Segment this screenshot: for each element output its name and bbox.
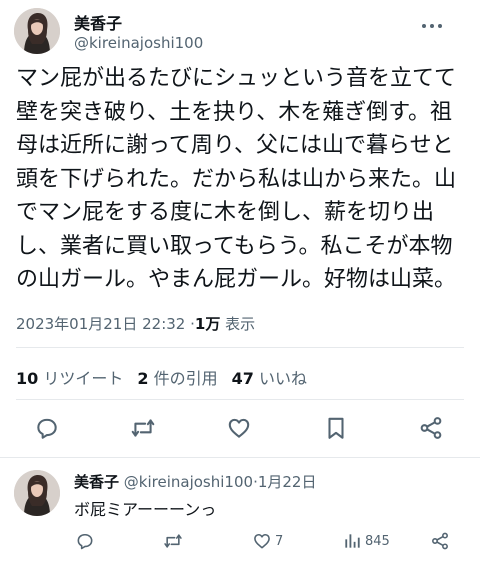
bookmark-icon[interactable]: [323, 415, 349, 441]
retweets-stat[interactable]: 10 リツイート: [16, 369, 123, 388]
likes-stat[interactable]: 47 いいね: [232, 369, 307, 388]
divider: [16, 399, 464, 400]
views-label: 表示: [225, 315, 256, 333]
retweet-icon[interactable]: [130, 415, 156, 441]
post-body-line: し、業者に買い取ってもらう。私こそが本物: [16, 233, 453, 259]
quotes-count: 2: [137, 369, 149, 388]
views-count: 1万: [194, 315, 221, 333]
post-meta: 2023年01月21日 22:32 ·1万 表示: [16, 313, 255, 334]
post-body-line: マン屁が出るたびにシュッという音を立てて: [16, 66, 457, 91]
reply-likes-count: 7: [275, 533, 284, 549]
likes-label: いいね: [258, 369, 307, 388]
reply-date[interactable]: 1月22日: [258, 473, 317, 491]
author-name[interactable]: 美香子: [74, 10, 122, 34]
reply-share-button[interactable]: [430, 530, 450, 552]
more-options-icon[interactable]: [418, 14, 446, 38]
reply-author-handle[interactable]: @kireinajoshi100: [124, 473, 253, 491]
engagement-stats: 10 リツイート 2 件の引用 47 いいね: [16, 365, 307, 389]
reply-reply-button[interactable]: [75, 530, 95, 552]
divider: [0, 457, 480, 458]
reply-author-name[interactable]: 美香子: [74, 473, 119, 491]
reply-text: ボ屁ミアーーーンっ: [74, 500, 217, 519]
post-body: マン屁が出るたびにシュッという音を立てて 壁を突き破り、土を抉り、木を薙ぎ倒す。…: [16, 62, 466, 297]
reply-like-button[interactable]: 7: [252, 530, 283, 552]
divider: [16, 347, 464, 348]
reply-views-count: 845: [365, 533, 390, 549]
author-handle[interactable]: @kireinajoshi100: [74, 34, 203, 52]
reply-icon[interactable]: [34, 415, 60, 441]
likes-count: 47: [231, 369, 254, 388]
reply-views-button[interactable]: 845: [342, 530, 390, 552]
author-avatar[interactable]: [14, 8, 60, 54]
post-body-line: 母は近所に謝って周り、父には山で暮らせと: [16, 133, 454, 158]
views-chart-icon: [345, 534, 360, 548]
share-icon[interactable]: [418, 415, 444, 441]
like-icon: [254, 533, 270, 549]
quotes-label: 件の引用: [153, 369, 218, 388]
reply-header: 美香子 @kireinajoshi100·1月22日: [74, 471, 316, 492]
like-icon[interactable]: [226, 415, 252, 441]
quotes-stat[interactable]: 2 件の引用: [137, 369, 217, 388]
retweets-count: 10: [16, 369, 39, 388]
retweets-label: リツイート: [43, 369, 124, 388]
reply-icon: [77, 533, 93, 550]
post-timestamp[interactable]: 2023年01月21日 22:32: [16, 315, 185, 333]
reply-author-avatar[interactable]: [14, 470, 60, 516]
post-body-line: 壁を突き破り、土を抉り、木を薙ぎ倒す。祖: [16, 99, 453, 125]
post-body-line: 頭を下げられた。だから私は山から来た。山: [16, 166, 457, 192]
retweet-icon: [164, 534, 182, 548]
reply-retweet-button[interactable]: [163, 530, 183, 552]
post-body-line: でマン屁をする度に木を倒し、薪を切り出: [16, 200, 435, 225]
share-icon: [432, 532, 448, 550]
post-body-line: の山ガール。やまん屁ガール。好物は山菜。: [16, 267, 457, 292]
